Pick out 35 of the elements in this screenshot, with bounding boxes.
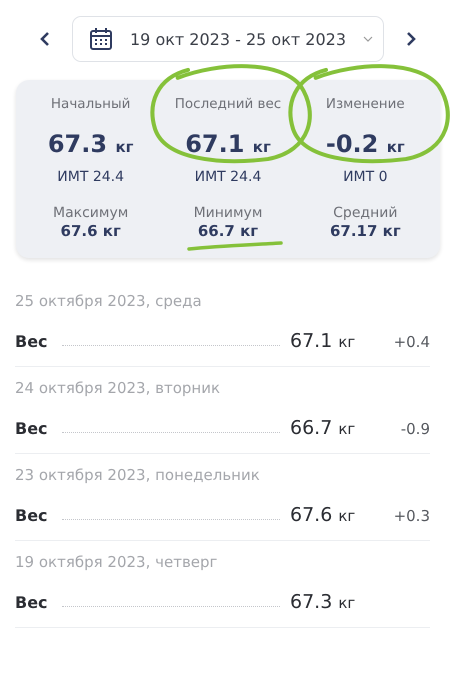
stat-value: -0.2 кг (326, 130, 405, 160)
stat-label: Средний (333, 205, 398, 221)
weight-change: +0.4 (392, 333, 430, 351)
calendar-icon (89, 27, 113, 51)
bmi-value: ИМТ 24.4 (57, 169, 124, 185)
entry-date: 25 октября 2023, среда (15, 292, 203, 310)
chevron-left-icon (40, 32, 50, 46)
weight-change: +0.3 (392, 507, 430, 525)
chevron-right-icon (406, 32, 416, 46)
weight-value: 67.1 кг (290, 330, 356, 352)
weight-value: 66.7 кг (290, 417, 356, 439)
entry-label: Вес (15, 332, 48, 351)
stat-label: Начальный (50, 96, 130, 112)
entry-label: Вес (15, 419, 48, 438)
stat-value: 67.3 кг (48, 130, 134, 160)
weight-change: -0.9 (400, 420, 430, 438)
dropdown-caret-icon (363, 36, 373, 42)
entry-label: Вес (15, 506, 48, 525)
entry-date: 24 октября 2023, вторник (15, 379, 222, 397)
weight-value: 67.6 кг (290, 504, 356, 526)
bmi-value: ИМТ 0 (343, 169, 388, 185)
weight-value: 67.3 кг (290, 591, 356, 613)
entry-label: Вес (15, 593, 48, 612)
stat-label: Последний вес (174, 96, 282, 112)
bmi-value: ИМТ 24.4 (194, 169, 262, 185)
date-range-picker[interactable]: 19 окт 2023 - 25 окт 2023 (72, 16, 384, 62)
stat-value: 67.17 кг (330, 222, 401, 240)
stat-label: Минимум (194, 205, 262, 221)
stat-label: Изменение (326, 96, 405, 112)
stat-label: Максимум (53, 205, 128, 221)
entry-date: 23 октября 2023, понедельник (15, 466, 261, 484)
stat-value: 67.1 кг (185, 130, 271, 160)
stat-value: 66.7 кг (198, 222, 258, 240)
stat-value: 67.6 кг (60, 222, 121, 240)
entry-date: 19 октября 2023, четверг (15, 553, 218, 571)
